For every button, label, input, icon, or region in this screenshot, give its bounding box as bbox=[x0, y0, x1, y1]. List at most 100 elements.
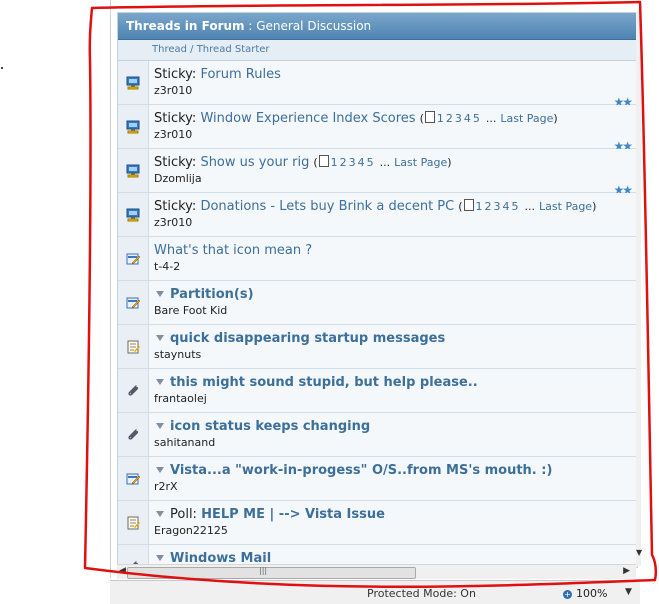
thread-row[interactable]: Partition(s) Bare Foot Kid bbox=[118, 281, 637, 325]
forum-header: Threads in Forum : General Discussion bbox=[118, 13, 637, 40]
thread-starter[interactable]: staynuts bbox=[154, 348, 631, 361]
thread-starter[interactable]: Dzomlija bbox=[154, 172, 631, 185]
scroll-down-arrow-icon[interactable]: ▼ bbox=[636, 548, 642, 560]
thread-title-link[interactable]: Show us your rig bbox=[200, 155, 309, 170]
zoom-dropdown-arrow-icon[interactable]: ▼ bbox=[625, 587, 632, 597]
thread-content: Sticky: Forum Rules z3r010 ★★ bbox=[154, 67, 633, 109]
page-link[interactable]: 1 bbox=[476, 200, 483, 213]
last-page-link[interactable]: Last Page bbox=[394, 156, 447, 169]
forum-header-title: Threads in Forum bbox=[126, 19, 245, 33]
thread-title-line: What's that icon mean ? bbox=[154, 243, 631, 258]
forum-header-separator: : bbox=[244, 19, 257, 33]
thread-starter[interactable]: frantaolej bbox=[154, 392, 631, 405]
thread-title-line: Vista...a "work-in-progess" O/S..from MS… bbox=[154, 463, 631, 478]
expand-triangle-icon[interactable] bbox=[156, 511, 164, 517]
thread-row[interactable]: Sticky: Donations - Lets buy Brink a dec… bbox=[118, 193, 637, 237]
thread-row[interactable]: quick disappearing startup messages stayn… bbox=[118, 325, 637, 369]
expand-triangle-icon[interactable] bbox=[156, 291, 164, 297]
page-link[interactable]: 3 bbox=[455, 112, 462, 125]
thread-row[interactable]: this might sound stupid, but help please… bbox=[118, 369, 637, 413]
last-page-link[interactable]: Last Page bbox=[500, 112, 553, 125]
zoom-value: 100% bbox=[576, 587, 608, 600]
thread-title-link[interactable]: Donations - Lets buy Brink a decent PC bbox=[200, 199, 454, 214]
thread-title-link[interactable]: quick disappearing startup messages bbox=[170, 331, 445, 346]
thread-title-link[interactable]: Partition(s) bbox=[170, 287, 254, 302]
sort-by-thread-link[interactable]: Thread bbox=[152, 44, 187, 55]
thread-row[interactable]: What's that icon mean ? t-4-2 bbox=[118, 237, 637, 281]
forum-threads-panel: Threads in Forum : General Discussion Th… bbox=[117, 12, 638, 568]
page-link[interactable]: 5 bbox=[512, 200, 519, 213]
thread-title-link[interactable]: What's that icon mean ? bbox=[154, 243, 312, 258]
thread-starter[interactable]: sahitanand bbox=[154, 436, 631, 449]
expand-triangle-icon[interactable] bbox=[156, 379, 164, 385]
paperclip-icon bbox=[118, 369, 149, 412]
thread-content: quick disappearing startup messages stayn… bbox=[154, 331, 631, 361]
horizontal-scroll-thumb[interactable] bbox=[127, 567, 416, 579]
page-link[interactable]: 5 bbox=[367, 156, 374, 169]
page-links: (1 2 3 4 5... Last Page) bbox=[416, 111, 558, 125]
thread-row[interactable]: Sticky: Window Experience Index Scores(1… bbox=[118, 105, 637, 153]
thread-starter[interactable]: r2rX bbox=[154, 480, 631, 493]
edit-icon bbox=[118, 457, 149, 500]
expand-triangle-icon[interactable] bbox=[156, 335, 164, 341]
thread-prefix: Sticky: bbox=[154, 199, 201, 214]
page-link[interactable]: 1 bbox=[437, 112, 444, 125]
thread-row[interactable]: Sticky: Show us your rig(1 2 3 4 5... Last Pa… bbox=[118, 149, 637, 197]
computer-icon bbox=[118, 61, 149, 104]
page-link[interactable]: 4 bbox=[464, 112, 471, 125]
thread-row[interactable]: icon status keeps changing sahitanand bbox=[118, 413, 637, 457]
thread-row[interactable]: Sticky: Forum Rules z3r010 ★★ bbox=[118, 61, 637, 109]
zoom-level[interactable]: +100% bbox=[563, 587, 607, 600]
expand-triangle-icon[interactable] bbox=[156, 423, 164, 429]
thread-title-link[interactable]: Window Experience Index Scores bbox=[200, 111, 415, 126]
note-icon bbox=[118, 501, 149, 544]
scroll-right-arrow-icon[interactable]: ▶ bbox=[623, 566, 630, 576]
expand-triangle-icon[interactable] bbox=[156, 467, 164, 473]
page-link[interactable]: 2 bbox=[340, 156, 347, 169]
thread-starter[interactable]: Eragon22125 bbox=[154, 524, 631, 537]
thread-row[interactable]: Vista...a "work-in-progess" O/S..from MS… bbox=[118, 457, 637, 501]
page-link[interactable]: 5 bbox=[473, 112, 480, 125]
thread-title-link[interactable]: HELP ME | --> Vista Issue bbox=[201, 507, 385, 522]
thread-row[interactable]: Poll: HELP ME | --> Vista Issue Eragon221… bbox=[118, 501, 637, 545]
thread-starter[interactable]: z3r010 bbox=[154, 216, 631, 229]
thread-starter[interactable]: Bare Foot Kid bbox=[154, 304, 631, 317]
thread-title-link[interactable]: icon status keeps changing bbox=[170, 419, 370, 434]
thread-title-link[interactable]: this might sound stupid, but help please… bbox=[170, 375, 478, 390]
thread-title-link[interactable]: Forum Rules bbox=[200, 67, 280, 82]
page-links: (1 2 3 4 5... Last Page) bbox=[454, 199, 596, 213]
sort-by-starter-link[interactable]: Thread Starter bbox=[197, 44, 270, 55]
thread-title-link[interactable]: Vista...a "work-in-progess" O/S..from MS… bbox=[170, 463, 552, 478]
page-link[interactable]: 3 bbox=[494, 200, 501, 213]
page-link[interactable]: 2 bbox=[485, 200, 492, 213]
note-icon bbox=[118, 325, 149, 368]
page-link[interactable]: 4 bbox=[503, 200, 510, 213]
page-link[interactable]: 2 bbox=[446, 112, 453, 125]
page-link[interactable]: 4 bbox=[358, 156, 365, 169]
protected-mode-status[interactable]: Protected Mode: On bbox=[367, 587, 476, 600]
page-link[interactable]: 3 bbox=[349, 156, 356, 169]
thread-prefix: Sticky: bbox=[154, 111, 201, 126]
scroll-left-arrow-icon[interactable]: ◀ bbox=[119, 566, 126, 576]
thread-title-line: Partition(s) bbox=[154, 287, 631, 302]
vertical-scrollbar[interactable] bbox=[636, 12, 641, 566]
column-header: Thread / Thread Starter bbox=[118, 40, 637, 61]
horizontal-scrollbar[interactable]: ◀ ||| ▶ bbox=[117, 564, 636, 579]
zoom-icon: + bbox=[563, 590, 572, 599]
thread-content: Partition(s) Bare Foot Kid bbox=[154, 287, 631, 317]
column-separator: / bbox=[186, 44, 197, 55]
multipage-icon bbox=[318, 155, 329, 167]
page-link[interactable]: 1 bbox=[331, 156, 338, 169]
page-links: (1 2 3 4 5... Last Page) bbox=[309, 155, 452, 169]
thread-starter[interactable]: t-4-2 bbox=[154, 260, 631, 273]
computer-icon bbox=[118, 149, 149, 192]
status-bar: Protected Mode: On +100% ▼ bbox=[110, 580, 640, 604]
thread-starter[interactable]: z3r010 bbox=[154, 84, 631, 97]
thread-title-line: icon status keeps changing bbox=[154, 419, 631, 434]
thread-title-line: quick disappearing startup messages bbox=[154, 331, 631, 346]
last-page-link[interactable]: Last Page bbox=[539, 200, 592, 213]
edit-icon bbox=[118, 237, 149, 280]
forum-header-name: General Discussion bbox=[256, 19, 372, 33]
expand-triangle-icon[interactable] bbox=[156, 555, 164, 561]
thread-starter[interactable]: z3r010 bbox=[154, 128, 631, 141]
